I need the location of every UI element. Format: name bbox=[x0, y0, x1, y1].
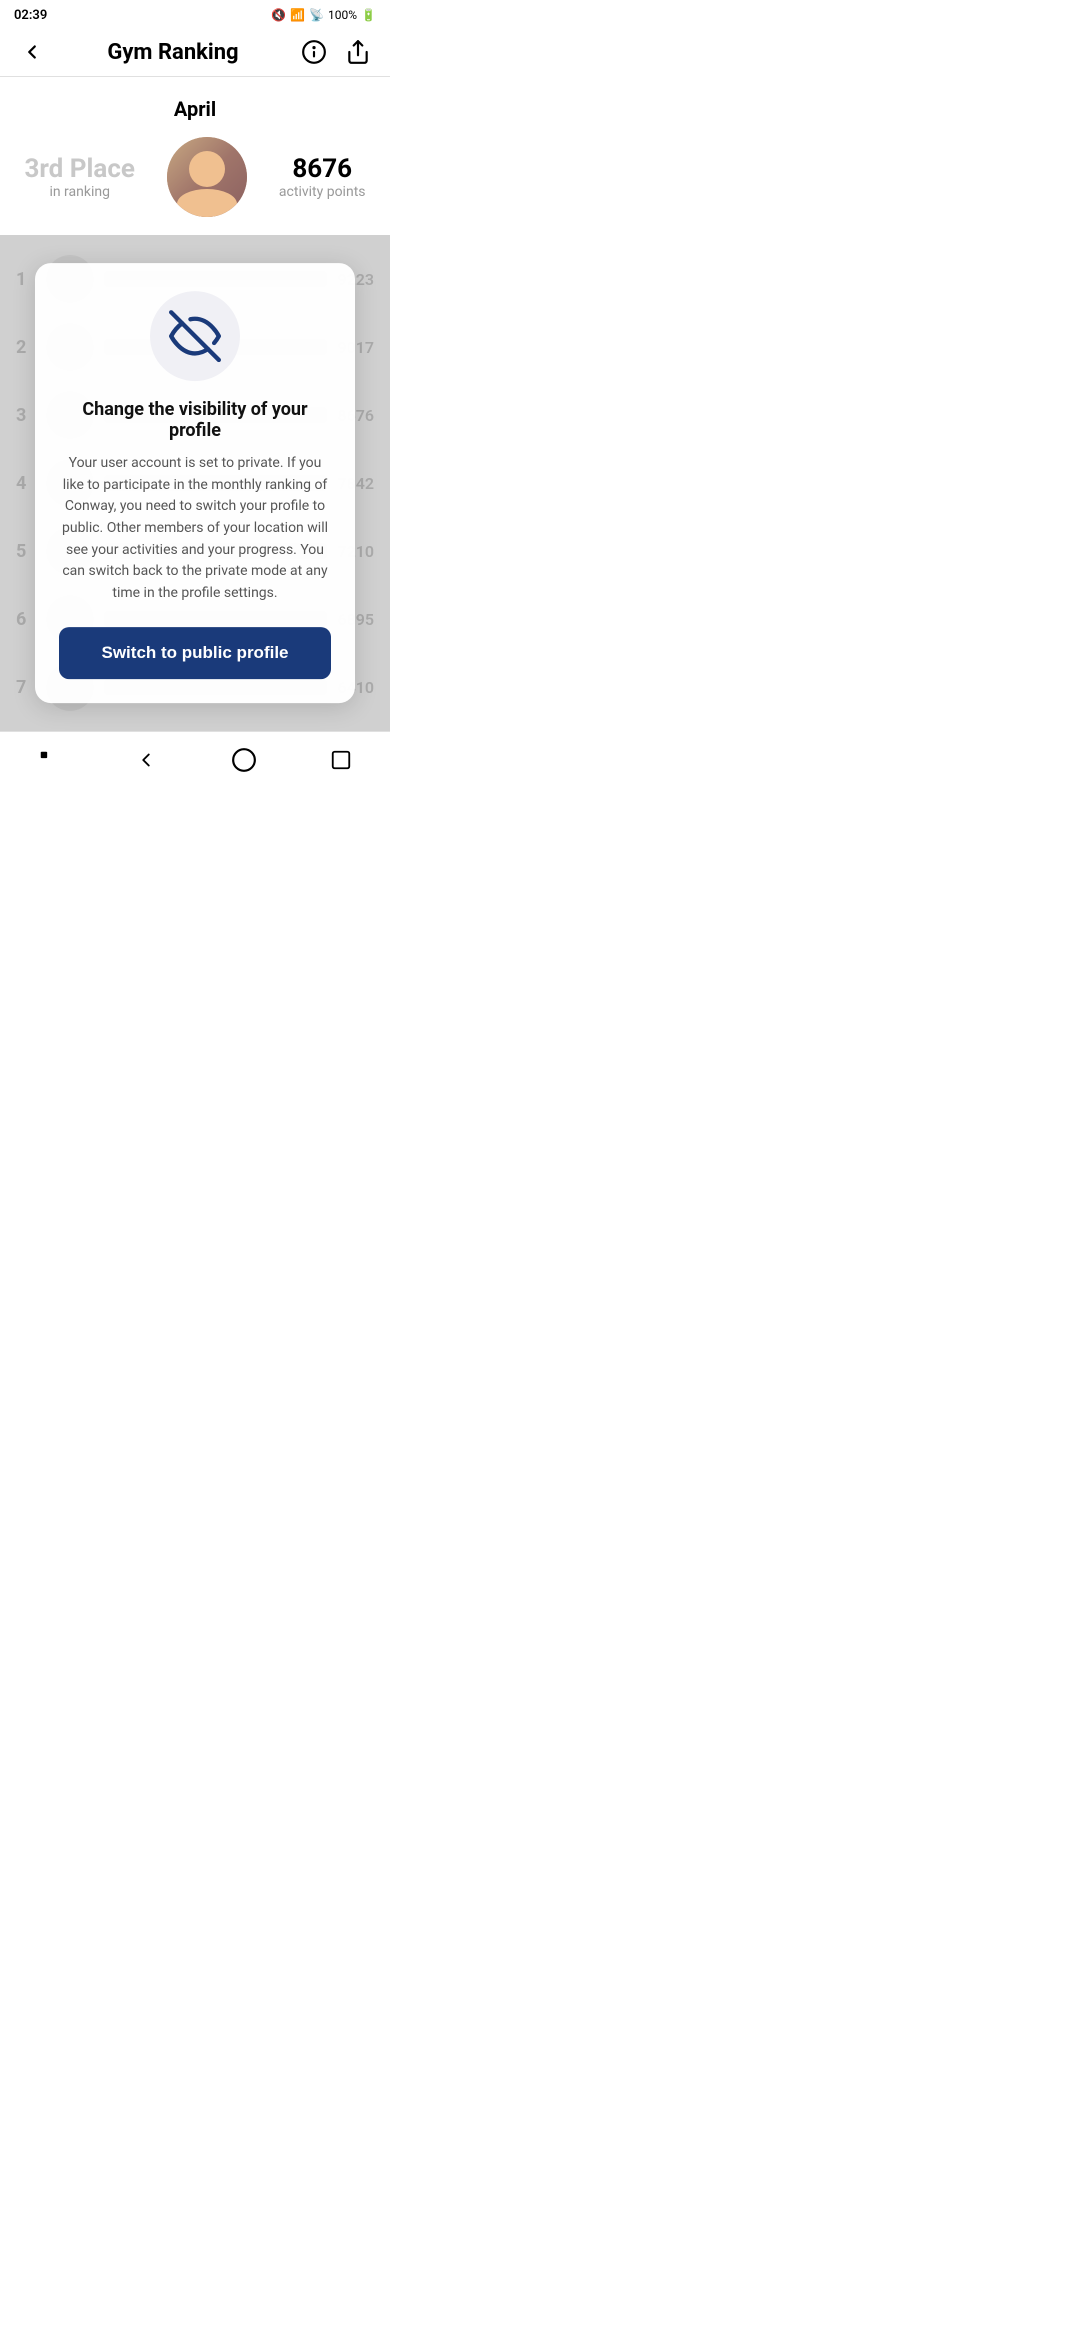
bottom-nav bbox=[0, 731, 390, 794]
avatar bbox=[167, 137, 247, 217]
profile-row: 3rd Place in ranking 8676 activity point… bbox=[24, 137, 365, 217]
profile-month: April bbox=[174, 97, 216, 121]
visibility-icon-circle bbox=[150, 291, 240, 381]
visibility-overlay-card: Change the visibility of your profile Yo… bbox=[35, 263, 355, 703]
share-button[interactable] bbox=[342, 36, 374, 68]
battery-icon: 🔋 bbox=[361, 8, 376, 22]
home-button[interactable] bbox=[226, 742, 262, 778]
mute-icon: 🔇 bbox=[271, 8, 286, 22]
page-title: Gym Ranking bbox=[107, 40, 238, 65]
ranking-background: 1 9223 2 9017 3 8676 4 7842 5 7210 bbox=[0, 235, 390, 731]
overlay-body: Your user account is set to private. If … bbox=[59, 453, 331, 605]
top-nav: Gym Ranking bbox=[0, 28, 390, 77]
info-button[interactable] bbox=[298, 36, 330, 68]
profile-rank: 3rd Place in ranking bbox=[24, 154, 134, 200]
back-nav-button[interactable] bbox=[128, 742, 164, 778]
profile-points: 8676 activity points bbox=[279, 154, 366, 200]
nav-action-icons bbox=[298, 36, 374, 68]
points-label: activity points bbox=[279, 184, 366, 200]
back-button[interactable] bbox=[16, 36, 48, 68]
battery-label: 100% bbox=[328, 8, 357, 22]
rank-number: 3rd Place bbox=[24, 154, 134, 184]
signal-icon: 📡 bbox=[309, 8, 324, 22]
square-button[interactable] bbox=[323, 742, 359, 778]
wifi-icon: 📶 bbox=[290, 8, 305, 22]
status-bar: 02:39 🔇 📶 📡 100% 🔋 bbox=[0, 0, 390, 28]
recent-apps-button[interactable] bbox=[31, 742, 67, 778]
status-time: 02:39 bbox=[14, 8, 47, 23]
switch-to-public-button[interactable]: Switch to public profile bbox=[59, 627, 331, 679]
profile-section: April 3rd Place in ranking 8676 activity… bbox=[0, 77, 390, 235]
avatar-image bbox=[167, 137, 247, 217]
overlay-title: Change the visibility of your profile bbox=[59, 399, 331, 441]
status-icons: 🔇 📶 📡 100% 🔋 bbox=[271, 8, 376, 22]
points-number: 8676 bbox=[279, 154, 366, 184]
rank-label: in ranking bbox=[24, 184, 134, 200]
hidden-eye-icon bbox=[169, 310, 221, 362]
